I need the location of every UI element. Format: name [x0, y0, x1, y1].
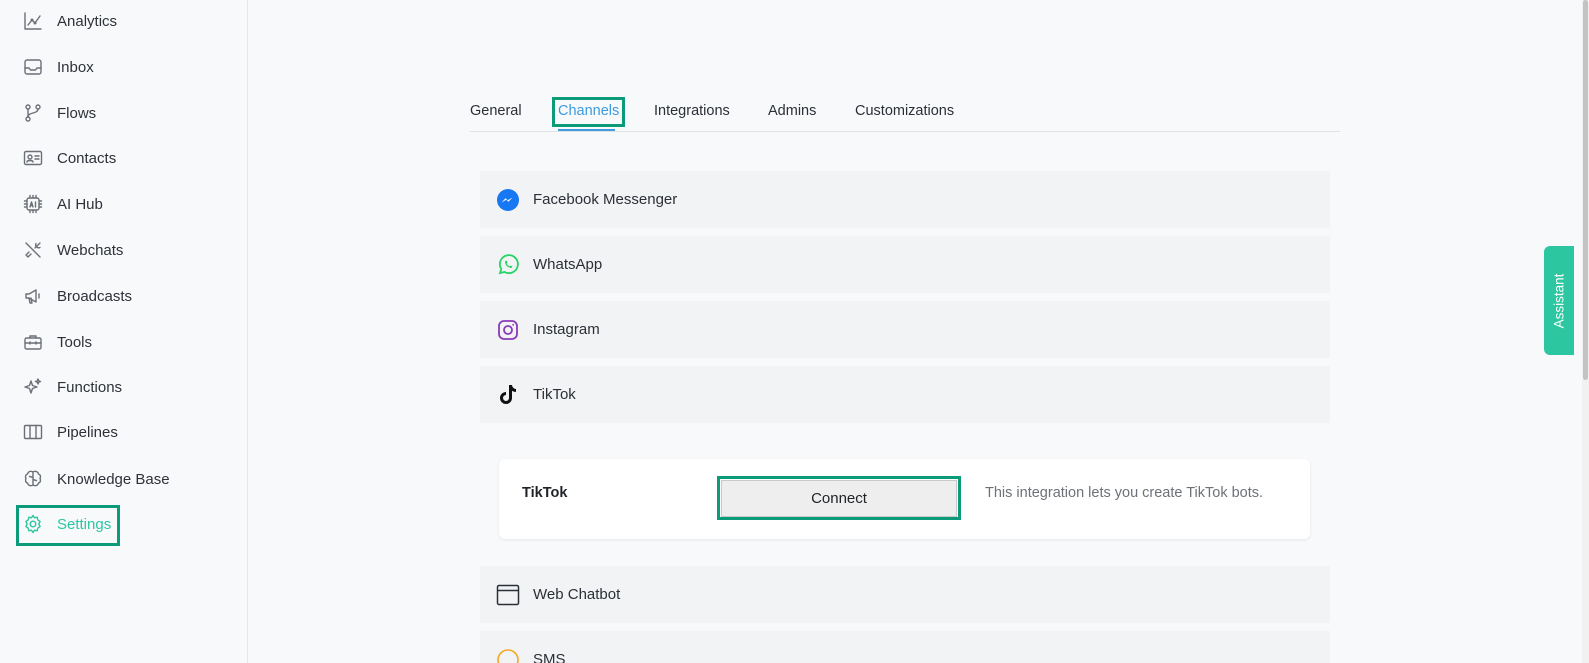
sidebar-item-label: Webchats [57, 241, 124, 259]
channel-label: SMS [533, 651, 566, 663]
active-tab-indicator [558, 129, 615, 131]
sidebar-item-label: Pipelines [57, 423, 118, 441]
channel-label: Facebook Messenger [533, 191, 678, 208]
sidebar-item-label: Functions [57, 378, 123, 396]
sidebar-item-contacts[interactable]: Contacts [22, 146, 116, 170]
sms-icon [496, 648, 520, 663]
columns-icon [22, 421, 44, 443]
sidebar-item-label: Contacts [57, 149, 117, 167]
whatsapp-icon [496, 253, 520, 277]
channel-row-tiktok[interactable]: TikTok [480, 366, 1330, 423]
ai-chip-icon [22, 193, 44, 215]
toolbox-icon [22, 331, 44, 353]
sidebar-item-knowledge-base[interactable]: Knowledge Base [22, 467, 170, 491]
sidebar-item-label: Inbox [57, 58, 94, 76]
card-description: This integration lets you create TikTok … [985, 485, 1264, 501]
channel-row-instagram[interactable]: Instagram [480, 301, 1330, 358]
channel-label: WhatsApp [533, 256, 603, 273]
browser-window-icon [496, 583, 520, 607]
channel-label: Web Chatbot [533, 586, 621, 603]
tools-cross-icon [22, 239, 44, 261]
flows-icon [22, 102, 44, 124]
contacts-icon [22, 147, 44, 169]
sparkle-icon [22, 376, 44, 398]
tab-admins[interactable]: Admins [768, 103, 816, 119]
inbox-icon [22, 56, 44, 78]
channel-row-web-chatbot[interactable]: Web Chatbot [480, 566, 1330, 623]
card-title: TikTok [522, 485, 568, 501]
channels-tab-highlight-box [552, 97, 625, 127]
tab-general[interactable]: General [470, 103, 522, 119]
sidebar-item-webchats[interactable]: Webchats [22, 238, 123, 262]
settings-highlight-box [16, 505, 120, 546]
megaphone-icon [22, 285, 44, 307]
scrollbar-thumb[interactable] [1583, 0, 1588, 380]
sidebar-item-analytics[interactable]: Analytics [22, 9, 117, 33]
sidebar-item-pipelines[interactable]: Pipelines [22, 420, 118, 444]
instagram-icon [496, 318, 520, 342]
channel-row-whatsapp[interactable]: WhatsApp [480, 236, 1330, 293]
sidebar: Analytics Inbox Flows Contacts AI Hub We… [0, 0, 248, 663]
sidebar-item-broadcasts[interactable]: Broadcasts [22, 284, 132, 308]
connect-button-highlight-box [717, 476, 961, 520]
sidebar-item-label: Knowledge Base [57, 470, 170, 488]
sidebar-item-flows[interactable]: Flows [22, 101, 96, 125]
sidebar-item-label: Broadcasts [57, 287, 133, 305]
tiktok-icon [496, 383, 520, 407]
sidebar-item-label: Analytics [57, 12, 118, 30]
messenger-icon [496, 188, 520, 212]
sidebar-item-label: AI Hub [57, 195, 103, 213]
sidebar-item-ai-hub[interactable]: AI Hub [22, 192, 103, 216]
sidebar-item-functions[interactable]: Functions [22, 375, 122, 399]
sidebar-item-inbox[interactable]: Inbox [22, 55, 94, 79]
sidebar-item-label: Flows [57, 104, 97, 122]
channel-label: TikTok [533, 386, 576, 403]
sidebar-item-tools[interactable]: Tools [22, 330, 92, 354]
channel-label: Instagram [533, 321, 600, 338]
assistant-tab[interactable]: Assistant [1544, 246, 1574, 355]
tab-integrations[interactable]: Integrations [654, 103, 730, 119]
tab-customizations[interactable]: Customizations [855, 103, 954, 119]
channel-row-sms[interactable]: SMS [480, 631, 1330, 663]
analytics-icon [22, 10, 44, 32]
assistant-label: Assistant [1551, 273, 1567, 328]
sidebar-item-label: Tools [57, 333, 93, 351]
brain-icon [22, 468, 44, 490]
channel-row-facebook-messenger[interactable]: Facebook Messenger [480, 171, 1330, 228]
